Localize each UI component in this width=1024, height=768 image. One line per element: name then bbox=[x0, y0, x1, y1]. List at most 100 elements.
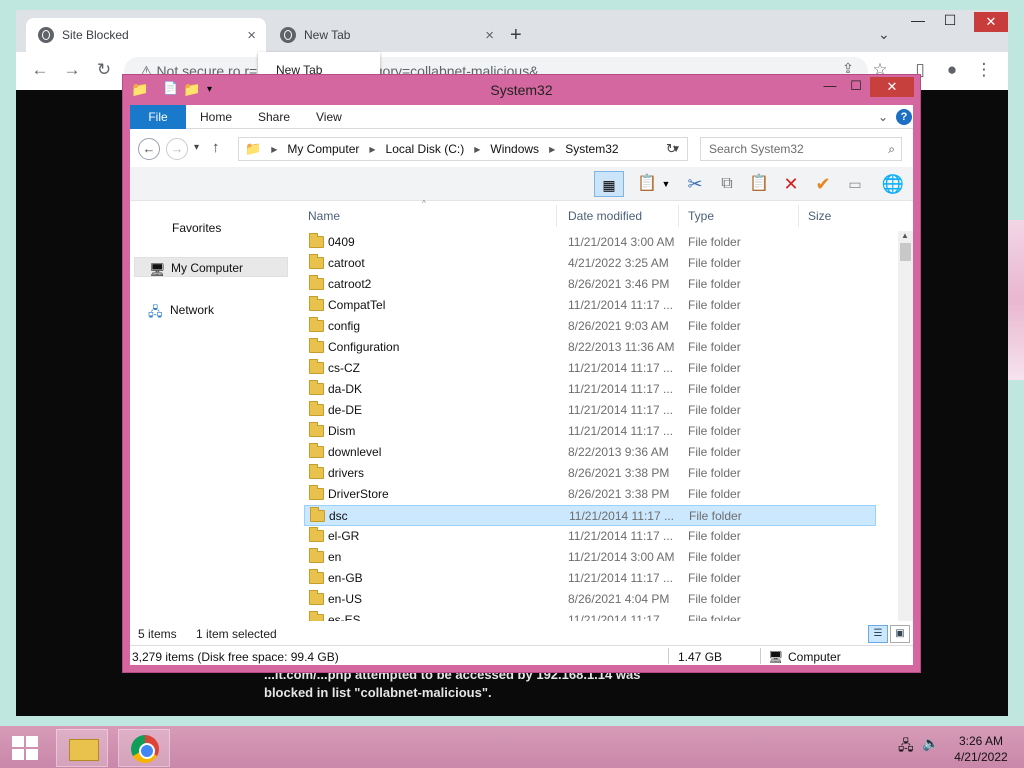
chevron-right-icon: ▶ bbox=[271, 144, 278, 154]
browser-maximize-button[interactable]: ☐ bbox=[934, 12, 966, 29]
recent-locations-dropdown-icon[interactable]: ▾ bbox=[194, 142, 199, 153]
back-button[interactable]: ← bbox=[30, 60, 50, 80]
table-row[interactable]: dsc 11/21/2014 11:17 ... File folder bbox=[304, 505, 876, 526]
file-type: File folder bbox=[688, 235, 741, 249]
reload-button[interactable]: ↻ bbox=[94, 60, 114, 80]
column-name[interactable]: Name bbox=[308, 209, 340, 223]
date-modified: 8/22/2013 11:36 AM bbox=[568, 340, 675, 354]
date-modified: 8/26/2021 3:46 PM bbox=[568, 277, 670, 291]
explorer-title-bar[interactable]: 📁 📄 📁 ▾ System32 — ☐ ✕ bbox=[123, 75, 920, 105]
table-row[interactable]: 0409 11/21/2014 3:00 AM File folder bbox=[304, 232, 876, 253]
explorer-back-button[interactable]: ← bbox=[138, 138, 160, 160]
copy-icon[interactable]: ⧉ bbox=[712, 171, 742, 197]
column-date-modified[interactable]: Date modified bbox=[568, 209, 642, 223]
explorer-minimize-button[interactable]: — bbox=[817, 78, 843, 93]
taskbar-file-explorer[interactable] bbox=[56, 729, 108, 767]
system-clock[interactable]: 3:26 AM 4/21/2022 bbox=[946, 733, 1016, 765]
ribbon-expand-icon[interactable]: ⌄ bbox=[878, 105, 888, 129]
nav-favorites[interactable]: Favorites bbox=[172, 221, 221, 235]
table-row[interactable]: Dism 11/21/2014 11:17 ... File folder bbox=[304, 421, 876, 442]
help-icon[interactable]: ? bbox=[896, 109, 912, 125]
table-row[interactable]: catroot 4/21/2022 3:25 AM File folder bbox=[304, 253, 876, 274]
nav-item-network[interactable]: 🖧 Network bbox=[134, 300, 288, 320]
windows-start-icon[interactable] bbox=[12, 736, 38, 760]
vertical-scrollbar[interactable]: ▲ ▼ bbox=[898, 231, 913, 629]
explorer-close-button[interactable]: ✕ bbox=[870, 77, 914, 97]
search-input[interactable]: Search System32 ⌕ bbox=[700, 137, 902, 161]
file-name: dsc bbox=[329, 509, 348, 523]
date-modified: 11/21/2014 11:17 ... bbox=[568, 298, 673, 312]
file-type: File folder bbox=[688, 529, 741, 543]
table-row[interactable]: el-GR 11/21/2014 11:17 ... File folder bbox=[304, 526, 876, 547]
taskbar-chrome[interactable] bbox=[118, 729, 170, 767]
tab-file[interactable]: File bbox=[130, 105, 186, 129]
cut-icon[interactable]: ✂ bbox=[680, 171, 710, 197]
tab-home[interactable]: Home bbox=[200, 105, 232, 129]
file-type: File folder bbox=[688, 550, 741, 564]
table-row[interactable]: CompatTel 11/21/2014 11:17 ... File folder bbox=[304, 295, 876, 316]
table-row[interactable]: de-DE 11/21/2014 11:17 ... File folder bbox=[304, 400, 876, 421]
table-row[interactable]: da-DK 11/21/2014 11:17 ... File folder bbox=[304, 379, 876, 400]
folder-icon bbox=[309, 569, 324, 584]
tab-view[interactable]: View bbox=[316, 105, 342, 129]
breadcrumb-system32[interactable]: System32 bbox=[565, 142, 618, 156]
breadcrumb-windows[interactable]: Windows bbox=[490, 142, 539, 156]
table-row[interactable]: drivers 8/26/2021 3:38 PM File folder bbox=[304, 463, 876, 484]
details-view-button[interactable]: ☰ bbox=[868, 625, 888, 643]
tab-site-blocked[interactable]: Site Blocked × bbox=[26, 18, 266, 52]
forward-button[interactable]: → bbox=[62, 60, 82, 80]
nav-item-my-computer[interactable]: 🖥 My Computer bbox=[134, 257, 288, 277]
table-row[interactable]: en 11/21/2014 3:00 AM File folder bbox=[304, 547, 876, 568]
browser-menu-icon[interactable]: ⋮ bbox=[974, 60, 994, 80]
breadcrumb-my-computer[interactable]: My Computer bbox=[287, 142, 359, 156]
scroll-up-icon[interactable]: ▲ bbox=[901, 231, 909, 240]
table-row[interactable]: downlevel 8/22/2013 9:36 AM File folder bbox=[304, 442, 876, 463]
date-modified: 11/21/2014 11:17 ... bbox=[569, 509, 674, 523]
column-divider[interactable] bbox=[556, 205, 557, 227]
file-type: File folder bbox=[688, 424, 741, 438]
column-size[interactable]: Size bbox=[808, 209, 831, 223]
column-type[interactable]: Type bbox=[688, 209, 714, 223]
volume-muted-icon[interactable]: 🔈 bbox=[922, 735, 939, 752]
properties-dropdown-icon[interactable]: ▼ bbox=[658, 171, 674, 197]
explorer-maximize-button[interactable]: ☐ bbox=[843, 78, 869, 94]
tab-search-dropdown-icon[interactable]: ⌄ bbox=[878, 26, 890, 43]
up-button[interactable]: ↑ bbox=[212, 139, 220, 156]
profile-avatar-icon[interactable]: ● bbox=[942, 60, 962, 80]
column-divider[interactable] bbox=[798, 205, 799, 227]
table-row[interactable]: en-US 8/26/2021 4:04 PM File folder bbox=[304, 589, 876, 610]
large-icons-view-button[interactable]: ▣ bbox=[890, 625, 910, 643]
delete-icon[interactable]: ✕ bbox=[776, 171, 806, 197]
refresh-button[interactable]: ↻ bbox=[666, 141, 677, 157]
tab-new-tab[interactable]: New Tab × bbox=[268, 18, 504, 52]
chevron-right-icon: ▶ bbox=[474, 144, 481, 154]
network-icon[interactable]: 🖧 bbox=[898, 735, 914, 759]
table-row[interactable]: en-GB 11/21/2014 11:17 ... File folder bbox=[304, 568, 876, 589]
tab-close-icon[interactable]: × bbox=[485, 27, 494, 44]
browser-minimize-button[interactable]: — bbox=[902, 12, 934, 28]
file-name: Dism bbox=[328, 424, 356, 438]
globe-icon[interactable]: 🌐 bbox=[878, 171, 908, 197]
table-row[interactable]: catroot2 8/26/2021 3:46 PM File folder bbox=[304, 274, 876, 295]
column-divider[interactable] bbox=[678, 205, 679, 227]
tab-close-icon[interactable]: × bbox=[247, 27, 256, 44]
table-row[interactable]: Configuration 8/22/2013 11:36 AM File fold… bbox=[304, 337, 876, 358]
table-row[interactable]: DriverStore 8/26/2021 3:38 PM File folder bbox=[304, 484, 876, 505]
breadcrumb-local-disk[interactable]: Local Disk (C:) bbox=[386, 142, 465, 156]
paste-icon[interactable]: 📋 bbox=[744, 171, 774, 197]
preview-pane-icon[interactable]: ▦ bbox=[594, 171, 624, 197]
explorer-forward-button[interactable]: → bbox=[166, 138, 188, 160]
scrollbar-thumb[interactable] bbox=[900, 243, 911, 261]
address-breadcrumb[interactable]: 📁 ▶ My Computer ▶ Local Disk (C:) ▶ Wind… bbox=[238, 137, 688, 161]
table-row[interactable]: config 8/26/2021 9:03 AM File folder bbox=[304, 316, 876, 337]
file-name: drivers bbox=[328, 466, 365, 480]
check-icon[interactable]: ✔ bbox=[808, 171, 838, 197]
new-tab-button[interactable]: + bbox=[510, 24, 522, 47]
file-type: File folder bbox=[688, 445, 741, 459]
details-bar: 3,279 items (Disk free space: 99.4 GB) 1… bbox=[130, 645, 913, 665]
details-divider bbox=[760, 648, 761, 664]
rename-icon[interactable]: ▭ bbox=[840, 171, 870, 197]
tab-share[interactable]: Share bbox=[258, 105, 290, 129]
browser-close-button[interactable]: ✕ bbox=[974, 12, 1008, 32]
table-row[interactable]: cs-CZ 11/21/2014 11:17 ... File folder bbox=[304, 358, 876, 379]
